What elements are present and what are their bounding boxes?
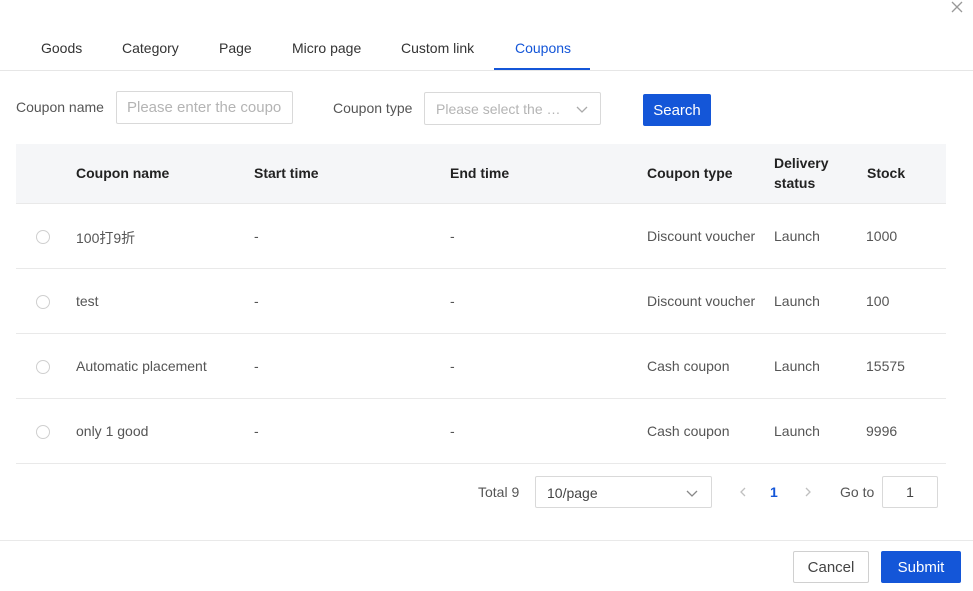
pagination-total: Total 9 [478, 484, 520, 500]
cell-coupon-type: Cash coupon [647, 358, 730, 374]
active-tab-indicator [494, 68, 590, 70]
cell-start-time: - [254, 228, 259, 244]
header-coupon-name: Coupon name [76, 165, 170, 181]
header-coupon-type: Coupon type [647, 165, 733, 181]
coupon-type-select[interactable]: Please select the coupon type [424, 92, 601, 125]
tab-custom-link[interactable]: Custom link [401, 40, 474, 71]
coupon-name-label: Coupon name [16, 99, 104, 115]
cell-delivery-status: Launch [774, 358, 820, 374]
cell-start-time: - [254, 423, 259, 439]
tab-category[interactable]: Category [122, 40, 179, 71]
page-size-select[interactable]: 10/page [535, 476, 712, 508]
coupon-name-input[interactable] [116, 91, 293, 124]
table-header: Coupon name Start time End time Coupon t… [16, 144, 946, 204]
cancel-button[interactable]: Cancel [793, 551, 869, 583]
cell-coupon-type: Cash coupon [647, 423, 730, 439]
submit-button[interactable]: Submit [881, 551, 961, 583]
chevron-down-icon [686, 490, 698, 497]
cell-end-time: - [450, 293, 455, 309]
tab-coupons[interactable]: Coupons [515, 40, 571, 71]
cell-end-time: - [450, 228, 455, 244]
cell-end-time: - [450, 358, 455, 374]
table-row[interactable]: Automatic placement - - Cash coupon Laun… [16, 334, 946, 399]
cell-stock: 1000 [866, 228, 898, 244]
search-button[interactable]: Search [643, 94, 711, 126]
header-delivery-status-line2: status [774, 175, 816, 191]
cell-coupon-type: Discount voucher [647, 293, 756, 309]
cell-delivery-status: Launch [774, 228, 820, 244]
page-size-value: 10/page [547, 485, 598, 501]
cell-delivery-status: Launch [774, 293, 820, 309]
tab-goods[interactable]: Goods [41, 40, 82, 71]
cell-coupon-name: test [76, 293, 99, 309]
tab-bar: Goods Category Page Micro page Custom li… [0, 0, 973, 71]
cell-stock: 15575 [866, 358, 905, 374]
table-row[interactable]: only 1 good - - Cash coupon Launch 9996 [16, 399, 946, 464]
cell-stock: 9996 [866, 423, 898, 439]
footer-divider [0, 540, 973, 541]
header-end-time: End time [450, 165, 510, 181]
row-radio[interactable] [36, 295, 50, 309]
coupon-type-placeholder: Please select the coupon type [436, 101, 566, 117]
row-radio[interactable] [36, 230, 50, 244]
cell-end-time: - [450, 423, 455, 439]
chevron-left-icon[interactable] [737, 486, 749, 498]
row-radio[interactable] [36, 425, 50, 439]
cell-delivery-status: Launch [774, 423, 820, 439]
header-delivery-status-line1: Delivery [774, 155, 829, 171]
header-start-time: Start time [254, 165, 319, 181]
header-stock: Stock [867, 165, 906, 181]
cell-coupon-name: only 1 good [76, 423, 149, 439]
tab-page[interactable]: Page [219, 40, 252, 71]
table-row[interactable]: test - - Discount voucher Launch 100 [16, 269, 946, 334]
cell-start-time: - [254, 293, 259, 309]
coupon-type-label: Coupon type [333, 100, 413, 116]
chevron-down-icon [576, 106, 588, 113]
tab-micro-page[interactable]: Micro page [292, 40, 361, 71]
table-row[interactable]: 100打9折 - - Discount voucher Launch 1000 [16, 204, 946, 269]
pagination-page-1[interactable]: 1 [770, 484, 778, 500]
goto-label: Go to [840, 484, 875, 500]
cell-coupon-type: Discount voucher [647, 228, 756, 244]
cell-stock: 100 [866, 293, 890, 309]
chevron-right-icon[interactable] [802, 486, 814, 498]
cell-start-time: - [254, 358, 259, 374]
cell-coupon-name: Automatic placement [76, 358, 207, 374]
cell-coupon-name: 100打9折 [76, 230, 136, 246]
row-radio[interactable] [36, 360, 50, 374]
goto-page-input[interactable] [882, 476, 938, 508]
